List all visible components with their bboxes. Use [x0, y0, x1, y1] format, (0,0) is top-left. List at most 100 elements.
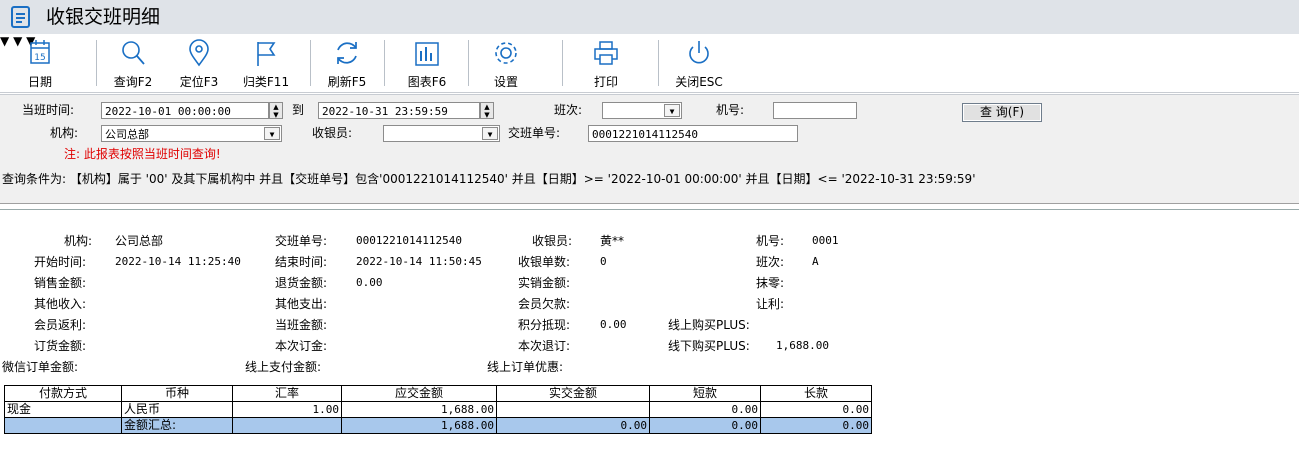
handover-no-label: 交班单号:	[508, 126, 561, 140]
report-points-label: 积分抵现:	[518, 318, 571, 332]
report-count-label: 收银单数:	[518, 255, 571, 269]
chevron-down-icon[interactable]: ▼	[664, 104, 680, 117]
end-time-spinner[interactable]: ▲ ▼	[480, 102, 494, 119]
refresh-label: 刷新F5	[327, 75, 367, 89]
query-condition-bar: 查询条件为: 【机构】属于 '00' 及其下属机构中 并且【交班单号】包含'00…	[0, 167, 1299, 204]
report-this-refund-label: 本次退订:	[518, 339, 571, 353]
summary-row[interactable]: 金额汇总: 1,688.00 0.00 0.00 0.00	[4, 417, 872, 434]
calendar-icon: 15	[30, 40, 50, 64]
start-time-input[interactable]: 2022-10-01 00:00:00	[101, 102, 269, 119]
table-cell: 1.00	[232, 401, 342, 418]
print-label: 打印	[593, 75, 618, 89]
report-other-income-label: 其他收入:	[34, 297, 87, 311]
report-member-rebate-label: 会员返利:	[34, 318, 87, 332]
flag-icon	[257, 42, 276, 66]
window-title: 收银交班明细	[46, 6, 161, 28]
search-icon	[122, 41, 145, 65]
report-net-sales-label: 实销金额:	[518, 276, 571, 290]
report-start: 2022-10-14 11:25:40	[115, 255, 241, 268]
report-count: 0	[600, 255, 607, 268]
report-rounding-label: 抹零:	[756, 276, 785, 290]
chevron-down-icon[interactable]: ▼	[482, 127, 498, 140]
report-machine-label: 机号:	[756, 234, 785, 248]
table-cell: 人民币	[121, 401, 233, 418]
report-cashier: 黄**	[600, 234, 625, 248]
chevron-down-icon[interactable]: ▼	[264, 127, 280, 140]
table-cell	[232, 417, 342, 434]
payment-table: 付款方式 币种 汇率 应交金额 实交金额 短款 长款 现金 人民币 1.00 1…	[4, 385, 872, 434]
report-wechat-label: 微信订单金额:	[2, 360, 79, 374]
summary-short: 0.00	[649, 417, 761, 434]
refresh-button[interactable]: 刷新F5	[318, 36, 376, 90]
report-offline-plus-label: 线下购买PLUS:	[668, 339, 750, 353]
report-org-label: 机构:	[64, 234, 93, 248]
svg-text:15: 15	[34, 53, 45, 63]
query-label: 查询F2	[113, 75, 153, 89]
column-header: 长款	[760, 385, 872, 402]
locate-button[interactable]: 定位F3	[170, 36, 228, 90]
table-cell	[4, 417, 122, 434]
settings-label: 设置	[493, 75, 518, 89]
column-header: 币种	[121, 385, 233, 402]
table-header-row: 付款方式 币种 汇率 应交金额 实交金额 短款 长款	[4, 385, 872, 402]
shift-time-label: 当班时间:	[22, 103, 75, 117]
shift-label: 班次:	[554, 103, 583, 117]
report-org: 公司总部	[115, 234, 164, 248]
report-member-debt-label: 会员欠款:	[518, 297, 571, 311]
column-header: 实交金额	[496, 385, 650, 402]
refresh-icon	[337, 42, 357, 64]
report-end-label: 结束时间:	[275, 255, 328, 269]
query-condition-text: 查询条件为: 【机构】属于 '00' 及其下属机构中 并且【交班单号】包含'00…	[2, 172, 976, 186]
close-label: 关闭ESC	[675, 75, 723, 89]
bar-chart-icon	[415, 42, 439, 66]
classify-button[interactable]: 归类F11	[236, 36, 296, 90]
cashier-select[interactable]: ▼	[383, 125, 500, 142]
column-header: 短款	[649, 385, 761, 402]
report-refund-label: 退货金额:	[275, 276, 328, 290]
toolbar: 15 日期 ▼ 查询F2 定位F3 归类F11 刷新F5 图表F6 设置 ▼ 打…	[0, 34, 1299, 93]
classify-label: 归类F11	[242, 75, 290, 89]
machine-input[interactable]	[773, 102, 857, 119]
date-button[interactable]: 15 日期	[18, 36, 62, 90]
end-time-input[interactable]: 2022-10-31 23:59:59	[318, 102, 480, 119]
settings-button[interactable]: 设置	[478, 36, 534, 90]
close-button[interactable]: 关闭ESC	[666, 36, 732, 90]
document-icon	[11, 6, 30, 28]
summary-label: 金额汇总:	[121, 417, 233, 434]
table-cell	[496, 401, 650, 418]
report-shift: A	[812, 255, 819, 268]
org-select[interactable]: 公司总部 ▼	[101, 125, 282, 142]
table-cell: 1,688.00	[341, 401, 497, 418]
report-cashier-label: 收银员:	[532, 234, 573, 248]
column-header: 应交金额	[341, 385, 497, 402]
shift-select[interactable]: ▼	[602, 102, 682, 119]
query-button[interactable]: 查询F2	[106, 36, 160, 90]
query-note: 注: 此报表按照当班时间查询!	[64, 147, 221, 161]
table-cell: 现金	[4, 401, 122, 418]
date-label: 日期	[27, 75, 52, 89]
location-pin-icon	[189, 39, 209, 67]
table-row[interactable]: 现金 人民币 1.00 1,688.00 0.00 0.00	[4, 401, 872, 418]
print-button[interactable]: 打印	[578, 36, 634, 90]
report-shift-amount-label: 当班金额:	[275, 318, 328, 332]
chevron-down-icon[interactable]: ▼	[0, 34, 9, 48]
printer-icon	[594, 41, 618, 65]
summary-actual: 0.00	[496, 417, 650, 434]
filter-panel: 当班时间: 2022-10-01 00:00:00 ▲ ▼ 到 2022-10-3…	[0, 94, 1299, 168]
start-time-spinner[interactable]: ▲ ▼	[269, 102, 283, 119]
report-points: 0.00	[600, 318, 627, 331]
to-label: 到	[292, 103, 305, 117]
machine-label: 机号:	[716, 103, 745, 117]
toolbar-divider	[468, 40, 469, 86]
handover-no-input[interactable]: 0001221014112540	[588, 125, 798, 142]
report-offline-plus: 1,688.00	[776, 339, 829, 352]
report-handover-no-label: 交班单号:	[275, 234, 328, 248]
chart-label: 图表F6	[407, 75, 447, 89]
report-machine: 0001	[812, 234, 839, 247]
query-submit-button[interactable]: 查 询(F)	[962, 103, 1042, 122]
chart-button[interactable]: 图表F6	[396, 36, 458, 90]
gear-icon	[495, 42, 517, 64]
org-label: 机构:	[50, 126, 79, 140]
title-bar: 收银交班明细	[0, 0, 1299, 34]
column-header: 汇率	[232, 385, 342, 402]
